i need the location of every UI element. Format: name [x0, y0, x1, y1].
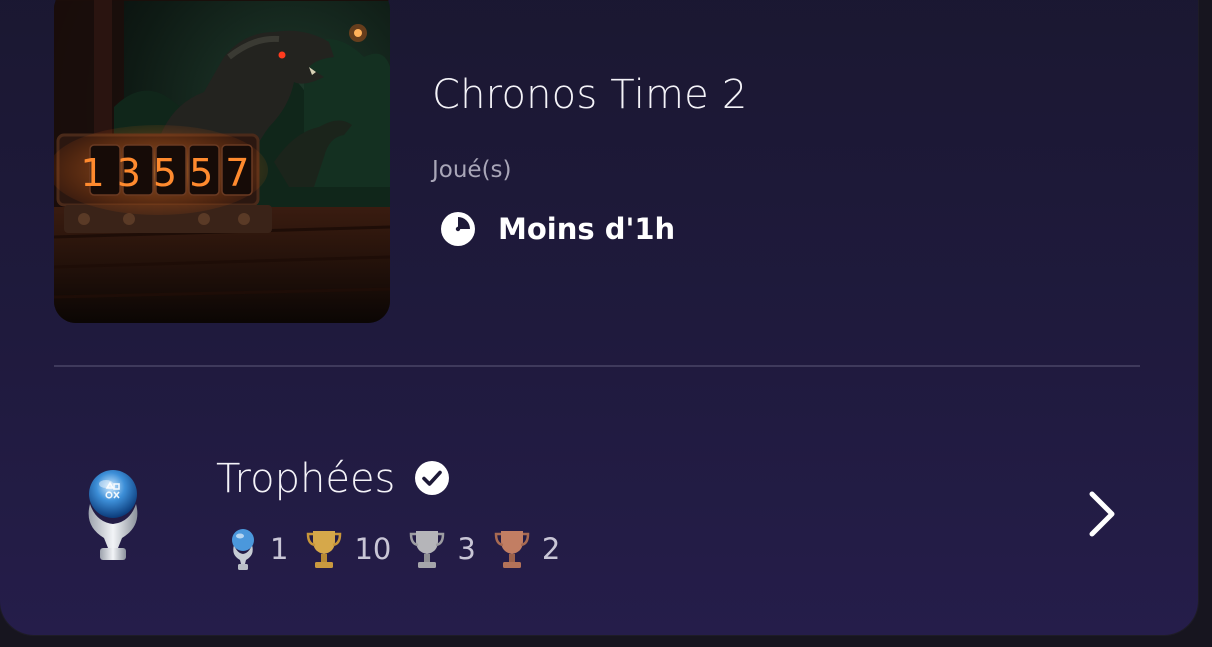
divider	[54, 365, 1140, 367]
bronze-count-value: 2	[541, 532, 561, 566]
check-circle-icon	[415, 461, 449, 495]
game-card: 13557 Chronos Time 2 Joué(s) Moins d'1h	[0, 0, 1198, 635]
bronze-trophy-icon	[494, 531, 530, 568]
platinum-trophy-icon	[232, 529, 254, 570]
trophy-counts: 1 10 3 2	[228, 526, 578, 572]
silver-count: 3	[409, 528, 476, 570]
chevron-right-icon[interactable]	[1084, 488, 1118, 540]
trophies-title: Trophées	[216, 456, 396, 502]
cover-counter-digits: 13557	[81, 151, 262, 195]
game-cover-art: 13557	[54, 0, 390, 323]
playtime-row: Moins d'1h	[440, 210, 675, 248]
game-title: Chronos Time 2	[432, 72, 748, 118]
gold-count-value: 10	[354, 532, 392, 566]
silver-trophy-icon	[410, 531, 445, 568]
gold-trophy-icon	[307, 531, 342, 568]
trophies-row[interactable]: Trophées 1 10 3 2	[0, 408, 1198, 636]
silver-count-value: 3	[457, 532, 476, 566]
played-label: Joué(s)	[432, 157, 512, 183]
bronze-count: 2	[494, 528, 560, 570]
platinum-count: 1	[228, 527, 288, 571]
platinum-trophy-icon	[88, 470, 138, 560]
gold-count: 10	[306, 528, 391, 570]
clock-icon	[441, 212, 475, 246]
platinum-count-value: 1	[270, 532, 289, 566]
playtime-value: Moins d'1h	[498, 212, 676, 246]
